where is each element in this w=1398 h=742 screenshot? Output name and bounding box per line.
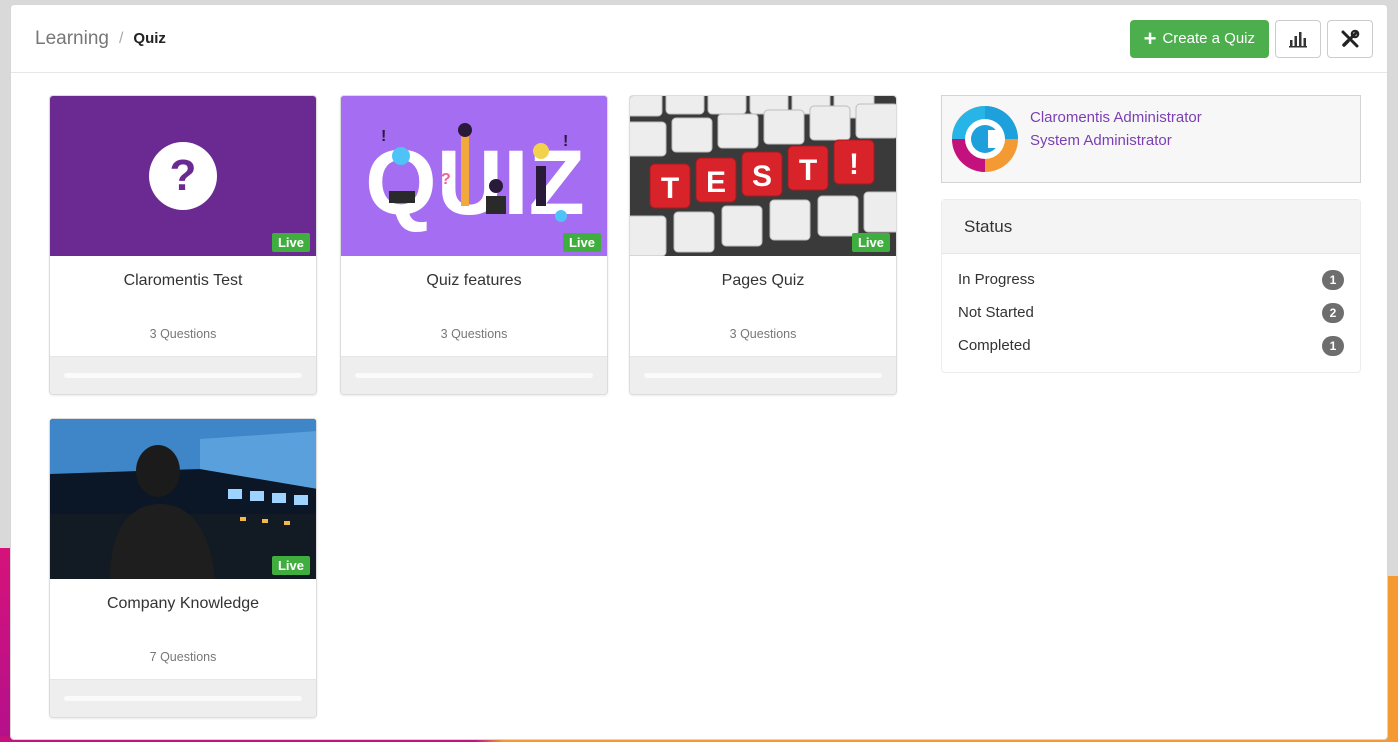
- quiz-card-image: QUIZ ? ! ! Live: [341, 96, 607, 256]
- status-list: In Progress 1 Not Started 2 Completed 1: [942, 254, 1360, 362]
- count-badge: 2: [1322, 302, 1344, 323]
- profile-role-link[interactable]: System Administrator: [1030, 129, 1202, 152]
- quiz-card[interactable]: Live Company Knowledge 7 Questions: [49, 418, 317, 718]
- question-mark-icon: ?: [149, 142, 217, 210]
- plus-icon: +: [1143, 25, 1157, 51]
- status-row-in-progress[interactable]: In Progress 1: [942, 263, 1360, 296]
- svg-text:!: !: [849, 148, 859, 181]
- status-row-completed[interactable]: Completed 1: [942, 329, 1360, 362]
- bar-chart-icon: [1289, 31, 1307, 47]
- tools-icon: [1341, 29, 1360, 47]
- quiz-card-footer: [341, 356, 607, 394]
- quiz-card-footer: [630, 356, 896, 394]
- svg-text:QUIZ: QUIZ: [365, 132, 585, 234]
- quiz-card-image: T E S T ! Live: [630, 96, 896, 256]
- quiz-illustration: QUIZ ? ! !: [341, 96, 607, 256]
- count-badge: 1: [1322, 269, 1344, 290]
- status-label: Completed: [958, 337, 1031, 354]
- breadcrumb-current: Quiz: [133, 30, 166, 47]
- quiz-card-title: Company Knowledge: [106, 595, 260, 612]
- create-quiz-label: Create a Quiz: [1162, 30, 1255, 47]
- quiz-card-title: Claromentis Test: [123, 272, 243, 289]
- quiz-card-question-count: 3 Questions: [440, 327, 508, 341]
- create-quiz-button[interactable]: + Create a Quiz: [1129, 19, 1269, 58]
- settings-button[interactable]: [1327, 19, 1373, 58]
- svg-text:T: T: [799, 154, 817, 187]
- quiz-card-grid: ? Live Claromentis Test 3 Questions QUIZ: [49, 95, 909, 725]
- breadcrumb-separator: /: [118, 29, 124, 47]
- live-badge: Live: [562, 233, 601, 252]
- quiz-card-question-count: 3 Questions: [149, 327, 217, 341]
- status-panel: Status In Progress 1 Not Started 2 Compl…: [941, 199, 1361, 373]
- profile-info: Claromentis Administrator System Adminis…: [1030, 106, 1202, 152]
- quiz-card[interactable]: QUIZ ? ! ! Live Quiz features 3 Question…: [340, 95, 608, 395]
- quiz-card[interactable]: T E S T ! Live Pages Quiz 3 Questions: [629, 95, 897, 395]
- breadcrumb-learning-link[interactable]: Learning: [35, 28, 109, 50]
- status-label: In Progress: [958, 271, 1035, 288]
- quiz-card[interactable]: ? Live Claromentis Test 3 Questions: [49, 95, 317, 395]
- status-panel-title: Status: [942, 200, 1360, 254]
- quiz-progress-bar: [64, 696, 302, 701]
- quiz-card-title: Pages Quiz: [721, 272, 805, 289]
- live-badge: Live: [271, 233, 310, 252]
- cockpit-photo: [50, 419, 316, 579]
- svg-text:S: S: [752, 160, 772, 193]
- reports-button[interactable]: [1275, 19, 1321, 58]
- svg-text:T: T: [661, 172, 679, 205]
- svg-text:!: !: [381, 128, 386, 145]
- status-row-not-started[interactable]: Not Started 2: [942, 296, 1360, 329]
- live-badge: Live: [271, 556, 310, 575]
- quiz-card-title: Quiz features: [426, 272, 522, 289]
- quiz-card-image: ? Live: [50, 96, 316, 256]
- count-badge: 1: [1322, 335, 1344, 356]
- quiz-card-footer: [50, 356, 316, 394]
- avatar[interactable]: [952, 106, 1018, 172]
- quiz-progress-bar: [644, 373, 882, 378]
- toolbar-actions: + Create a Quiz: [1129, 19, 1373, 58]
- svg-text:!: !: [563, 133, 568, 150]
- status-label: Not Started: [958, 304, 1034, 321]
- quiz-card-question-count: 7 Questions: [149, 650, 217, 664]
- live-badge: Live: [851, 233, 890, 252]
- user-profile-panel: Claromentis Administrator System Adminis…: [941, 95, 1361, 183]
- quiz-card-image: Live: [50, 419, 316, 579]
- svg-text:?: ?: [170, 151, 197, 200]
- quiz-card-footer: [50, 679, 316, 717]
- main-window: Learning / Quiz + Create a Quiz ? Live C…: [10, 4, 1388, 740]
- svg-text:?: ?: [441, 171, 451, 188]
- svg-text:E: E: [706, 166, 726, 199]
- quiz-progress-bar: [64, 373, 302, 378]
- quiz-progress-bar: [355, 373, 593, 378]
- top-bar: Learning / Quiz + Create a Quiz: [11, 5, 1387, 73]
- breadcrumb: Learning / Quiz: [35, 28, 166, 50]
- keyboard-test-photo: T E S T !: [630, 96, 896, 256]
- profile-name-link[interactable]: Claromentis Administrator: [1030, 106, 1202, 129]
- quiz-card-question-count: 3 Questions: [729, 327, 797, 341]
